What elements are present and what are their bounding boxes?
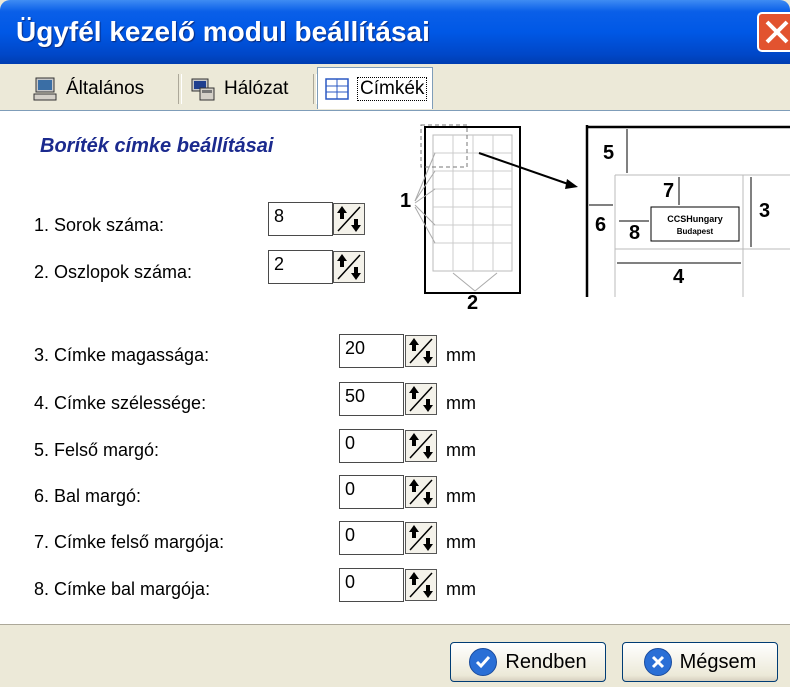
top-margin-stepper[interactable] bbox=[405, 430, 437, 462]
tab-separator bbox=[178, 74, 182, 104]
left-margin-unit: mm bbox=[446, 486, 476, 506]
diagram-number-3: 3 bbox=[759, 200, 770, 222]
left-margin-stepper[interactable] bbox=[405, 476, 437, 508]
label-height-stepper[interactable] bbox=[405, 335, 437, 367]
left-margin-label: 6. Bal margó: bbox=[34, 486, 142, 506]
label-top-margin-unit: mm bbox=[446, 532, 476, 552]
label-width-input[interactable]: 50 bbox=[339, 382, 404, 416]
label-left-margin-stepper[interactable] bbox=[405, 569, 437, 601]
rows-label: 1. Sorok száma: bbox=[34, 215, 165, 235]
label-top-margin-input[interactable]: 0 bbox=[339, 521, 404, 555]
top-margin-unit: mm bbox=[446, 440, 476, 460]
columns-input[interactable]: 2 bbox=[268, 250, 333, 284]
close-button[interactable] bbox=[757, 12, 790, 52]
diagram-number-2: 2 bbox=[467, 292, 478, 309]
label-width-label: 4. Címke szélessége: bbox=[34, 393, 207, 413]
label-width-stepper[interactable] bbox=[405, 383, 437, 415]
rows-input[interactable]: 8 bbox=[268, 202, 333, 236]
rows-stepper[interactable] bbox=[333, 203, 365, 235]
top-margin-label: 5. Felső margó: bbox=[34, 440, 160, 460]
check-icon bbox=[469, 648, 498, 676]
dialog-footer: Rendben Mégsem bbox=[0, 624, 790, 687]
close-icon bbox=[765, 20, 789, 44]
labels-settings-panel: Boríték címke beállításai 1. Sorok száma… bbox=[0, 110, 790, 625]
window-title: Ügyfél kezelő modul beállításai bbox=[16, 16, 430, 47]
tab-network[interactable]: Hálózat bbox=[184, 70, 294, 108]
tab-labels[interactable]: Címkék bbox=[317, 67, 434, 109]
columns-label: 2. Oszlopok száma: bbox=[34, 262, 193, 282]
tab-labels-label: Címkék bbox=[356, 76, 428, 101]
diagram-sample-line1: CCSHungary bbox=[667, 214, 723, 224]
ok-button-label: Rendben bbox=[505, 650, 587, 673]
cancel-icon bbox=[643, 648, 672, 676]
label-height-label: 3. Címke magassága: bbox=[34, 345, 210, 365]
top-margin-input[interactable]: 0 bbox=[339, 429, 404, 463]
left-margin-input[interactable]: 0 bbox=[339, 475, 404, 509]
network-icon bbox=[191, 78, 215, 101]
labels-icon bbox=[325, 77, 349, 100]
label-left-margin-label: 8. Címke bal margója: bbox=[34, 579, 211, 599]
label-left-margin-unit: mm bbox=[446, 579, 476, 599]
title-bar[interactable]: Ügyfél kezelő modul beállításai bbox=[0, 0, 790, 64]
computer-icon bbox=[33, 77, 57, 101]
section-title: Boríték címke beállításai bbox=[40, 135, 274, 157]
diagram-number-7: 7 bbox=[663, 180, 674, 202]
cancel-button-label: Mégsem bbox=[679, 650, 757, 673]
label-layout-diagram: CCSHungary Budapest 1 2 3 4 5 6 7 8 bbox=[397, 123, 790, 309]
diagram-number-5: 5 bbox=[603, 142, 614, 164]
diagram-number-6: 6 bbox=[595, 214, 606, 236]
diagram-number-1: 1 bbox=[400, 190, 411, 212]
tab-general-label: Általános bbox=[66, 78, 145, 99]
tab-network-label: Hálózat bbox=[224, 78, 289, 99]
label-height-unit: mm bbox=[446, 345, 476, 365]
cancel-button[interactable]: Mégsem bbox=[622, 642, 778, 682]
label-width-unit: mm bbox=[446, 393, 476, 413]
tab-strip: Általános Hálózat Címkék bbox=[0, 64, 790, 114]
label-height-input[interactable]: 20 bbox=[339, 334, 404, 368]
settings-dialog: Ügyfél kezelő modul beállításai Általáno… bbox=[0, 0, 790, 687]
diagram-sample-line2: Budapest bbox=[677, 227, 714, 236]
label-top-margin-stepper[interactable] bbox=[405, 522, 437, 554]
diagram-number-4: 4 bbox=[673, 266, 685, 288]
label-top-margin-label: 7. Címke felső margója: bbox=[34, 532, 225, 552]
ok-button[interactable]: Rendben bbox=[450, 642, 606, 682]
diagram-number-8: 8 bbox=[629, 222, 640, 244]
tab-general[interactable]: Általános bbox=[26, 70, 150, 108]
columns-stepper[interactable] bbox=[333, 251, 365, 283]
label-left-margin-input[interactable]: 0 bbox=[339, 568, 404, 602]
